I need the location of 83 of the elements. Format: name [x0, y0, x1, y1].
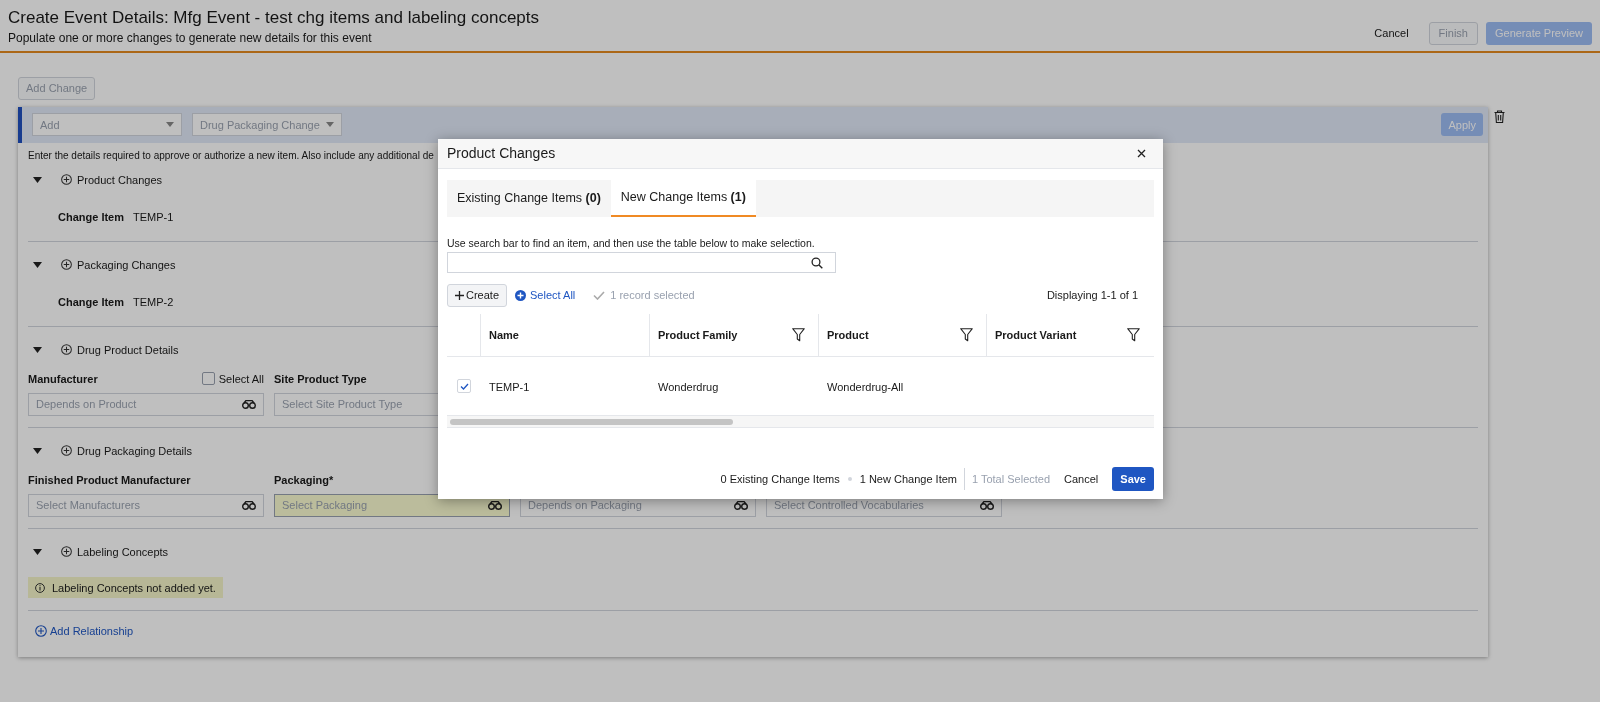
field-placeholder: Select Packaging	[282, 498, 367, 513]
existing-count: 0 Existing Change Items	[720, 471, 840, 487]
dialog-title: Product Changes	[447, 144, 556, 163]
caret-icon	[166, 122, 174, 128]
change-item-label: Change Item	[58, 209, 124, 225]
caret-icon[interactable]	[33, 548, 42, 555]
select-all-label: Select All	[218, 371, 264, 387]
lookup-field[interactable]: Select Packaging	[274, 493, 510, 517]
save-button[interactable]: Save	[1112, 467, 1154, 491]
lookup-field[interactable]: Depends on Product	[28, 392, 264, 416]
column-header: Product Family	[658, 327, 738, 343]
caret-icon[interactable]	[33, 261, 42, 268]
plus-circle-icon	[515, 290, 527, 301]
plus-circle-icon[interactable]	[61, 546, 72, 558]
field-placeholder: Depends on Packaging	[528, 498, 642, 513]
column-header: Name	[489, 327, 519, 343]
info-notice: Labeling Concepts not added yet.	[28, 577, 223, 599]
caret-icon	[326, 122, 334, 128]
table-cell: Wonderdrug-All	[827, 381, 904, 393]
change-item-value: TEMP-1	[133, 209, 174, 225]
panel-description: Enter the details required to approve or authorize a new item. Also include any additional de	[28, 148, 434, 163]
section-title: Drug Product Details	[77, 342, 179, 358]
header-cancel-link[interactable]: Cancel	[1362, 22, 1421, 45]
dropdown[interactable]: Drug Packaging Change	[192, 113, 342, 137]
filter-icon[interactable]	[960, 328, 973, 342]
field-label: Manufacturer	[28, 371, 98, 387]
field-placeholder: Select Controlled Vocabularies	[774, 498, 924, 513]
caret-icon[interactable]	[33, 447, 42, 454]
plus-circle-icon[interactable]	[61, 445, 72, 457]
selection-status: 1 record selected	[610, 288, 695, 304]
dialog-cancel-button[interactable]: Cancel	[1064, 470, 1099, 488]
table-cell: TEMP-1	[489, 381, 530, 393]
binoculars-icon[interactable]	[488, 500, 502, 510]
dialog-tab[interactable]: Existing Change Items (0)	[447, 180, 611, 217]
field-label: Site Product Type	[274, 371, 367, 387]
binoculars-icon[interactable]	[980, 500, 994, 510]
caret-icon[interactable]	[33, 346, 42, 353]
table-cell: Wonderdrug	[658, 381, 719, 393]
binoculars-icon[interactable]	[734, 500, 748, 510]
search-icon	[811, 256, 823, 269]
plus-circle-icon[interactable]	[61, 259, 72, 271]
field-placeholder: Select Site Product Type	[282, 397, 403, 412]
change-item-label: Change Item	[58, 294, 124, 310]
dialog-instruction: Use search bar to find an item, and then use the table below to make selection.	[447, 236, 816, 250]
trash-icon[interactable]	[1494, 109, 1505, 123]
column-header: Product	[827, 327, 869, 343]
plus-circle-icon[interactable]	[61, 174, 72, 186]
dropdown[interactable]: Add	[32, 113, 182, 137]
check-icon	[593, 291, 606, 300]
change-item-value: TEMP-2	[133, 294, 174, 310]
row-checkbox[interactable]	[457, 379, 471, 393]
section-title: Packaging Changes	[77, 257, 176, 273]
plus-circle-icon	[35, 624, 47, 637]
lookup-field[interactable]: Select Manufacturers	[28, 493, 264, 517]
field-placeholder: Depends on Product	[36, 397, 137, 412]
checkbox[interactable]	[201, 372, 215, 386]
displaying-count: Displaying 1-1 of 1	[1046, 288, 1138, 304]
field-label: Finished Product Manufacturer	[28, 472, 191, 488]
search-field[interactable]	[447, 252, 836, 273]
section-title: Drug Packaging Details	[77, 443, 192, 459]
plus-circle-icon[interactable]	[61, 344, 72, 356]
new-count: 1 New Change Item	[859, 471, 957, 487]
add-relationship-link[interactable]: Add Relationship	[35, 622, 134, 639]
total-selected: 1 Total Selected	[971, 471, 1051, 487]
column-header: Product Variant	[995, 327, 1077, 343]
dialog-tab[interactable]: New Change Items (1)	[610, 180, 756, 217]
filter-icon[interactable]	[1127, 328, 1140, 342]
filter-icon[interactable]	[792, 328, 805, 342]
plus-icon	[455, 291, 464, 300]
field-label: Packaging*	[274, 472, 334, 488]
binoculars-icon[interactable]	[242, 500, 256, 510]
field-placeholder: Select Manufacturers	[36, 498, 140, 513]
page-title: Create Event Details: Mfg Event - test chg items and labeling concepts	[8, 8, 540, 28]
scrollbar-thumb[interactable]	[450, 418, 733, 425]
close-icon[interactable]	[1137, 149, 1146, 158]
page-subtitle: Populate one or more changes to generate new details for this event	[8, 30, 373, 46]
select-all-link[interactable]: Select All	[515, 287, 576, 304]
section-title: Product Changes	[77, 172, 162, 188]
binoculars-icon[interactable]	[242, 399, 256, 409]
info-icon	[35, 582, 45, 593]
create-button[interactable]: Create	[447, 284, 508, 307]
section-title: Labeling Concepts	[77, 544, 169, 560]
caret-icon[interactable]	[33, 176, 42, 183]
